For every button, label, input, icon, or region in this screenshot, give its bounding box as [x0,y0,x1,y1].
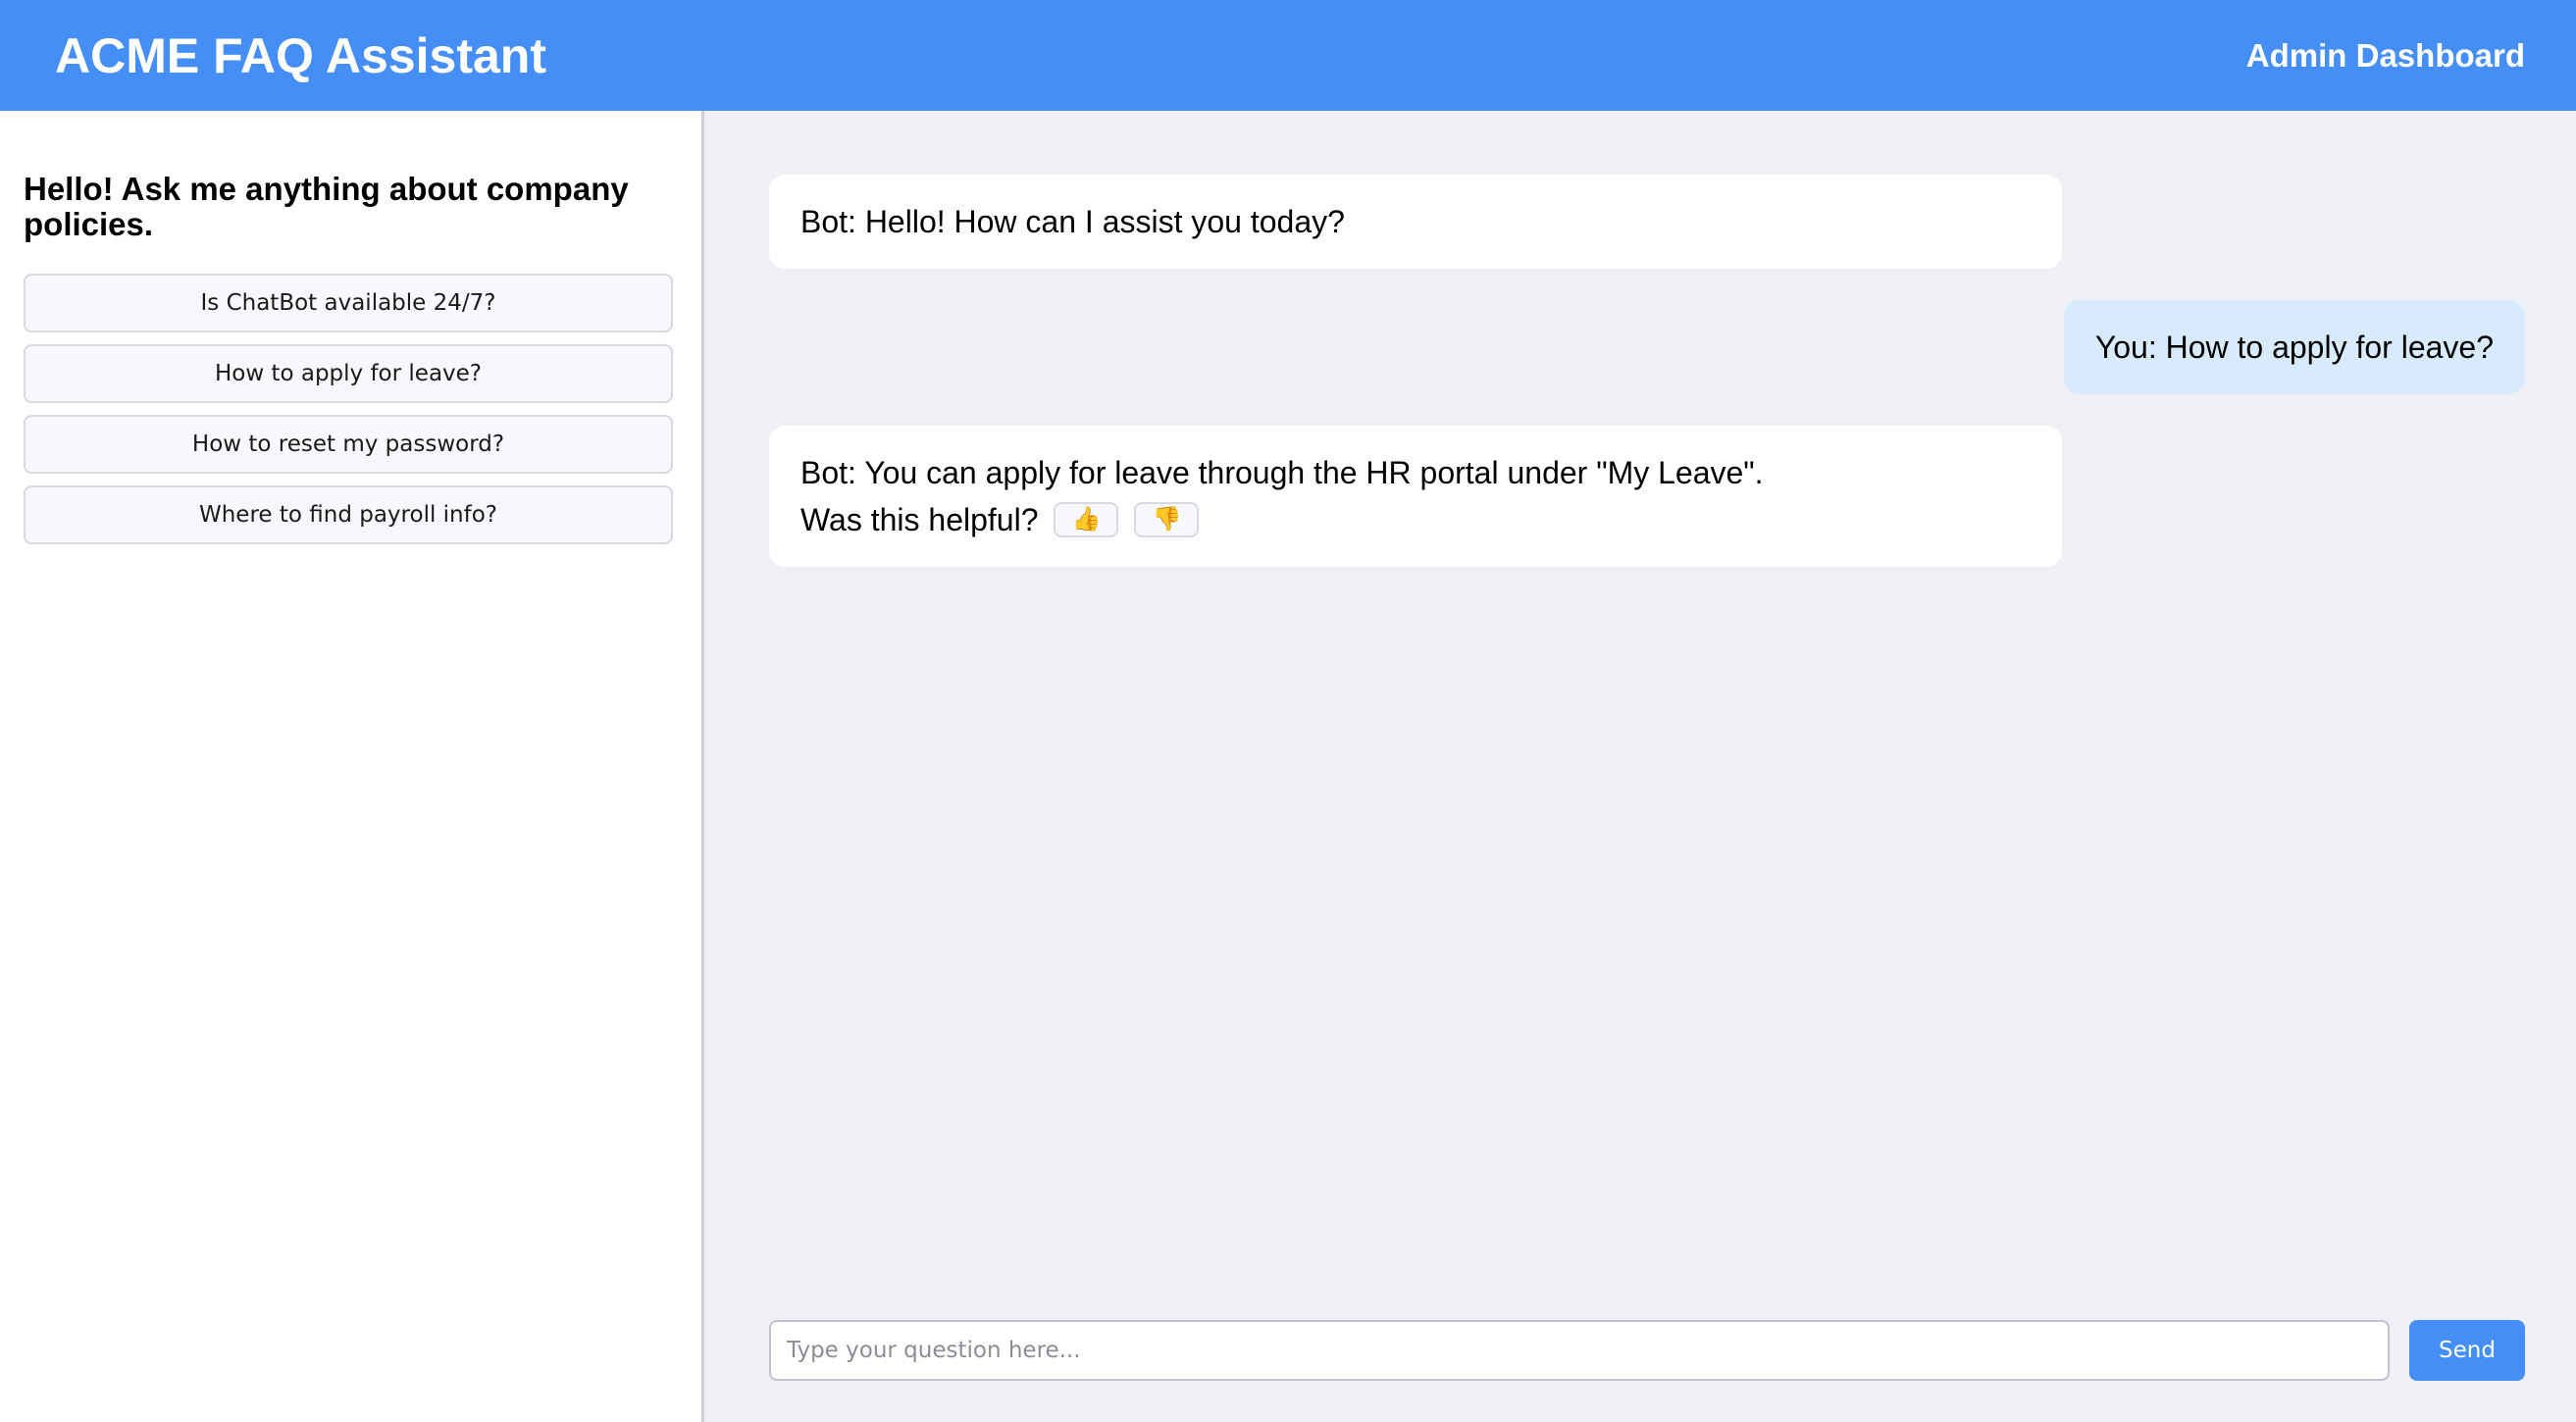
feedback-prompt: Was this helpful? [800,502,1039,537]
app-root: ACME FAQ Assistant Admin Dashboard Hello… [0,0,2576,1422]
bot-message-text: Bot: You can apply for leave through the… [800,455,1764,490]
faq-button-apply-leave[interactable]: How to apply for leave? [24,344,673,403]
faq-button-available[interactable]: Is ChatBot available 24/7? [24,274,673,332]
chat-panel: Bot: Hello! How can I assist you today? … [704,111,2576,1422]
thumbs-down-button[interactable]: 👎 [1134,502,1200,537]
faq-button-payroll[interactable]: Where to find payroll info? [24,485,673,544]
admin-dashboard-link[interactable]: Admin Dashboard [2246,37,2525,75]
faq-list: Is ChatBot available 24/7? How to apply … [24,274,673,544]
app-header: ACME FAQ Assistant Admin Dashboard [0,0,2576,111]
feedback-row: Was this helpful? 👍 👎 [800,500,2031,539]
bot-message: Bot: You can apply for leave through the… [769,426,2062,567]
question-input[interactable] [769,1320,2390,1381]
thumbs-down-icon: 👎 [1152,506,1182,533]
user-message: You: How to apply for leave? [2063,300,2525,394]
thumbs-up-button[interactable]: 👍 [1054,502,1119,537]
message-list: Bot: Hello! How can I assist you today? … [769,175,2525,567]
user-message-text: You: How to apply for leave? [2094,330,2494,365]
bot-message: Bot: Hello! How can I assist you today? [769,175,2062,269]
faq-button-reset-password[interactable]: How to reset my password? [24,415,673,474]
app-title: ACME FAQ Assistant [55,27,547,83]
bot-message-text: Bot: Hello! How can I assist you today? [800,204,1345,239]
sidebar: Hello! Ask me anything about company pol… [0,111,704,1422]
send-button[interactable]: Send [2409,1320,2525,1381]
sidebar-greeting: Hello! Ask me anything about company pol… [24,171,629,242]
input-bar: Send [769,1320,2545,1381]
thumbs-up-icon: 👍 [1071,506,1102,533]
